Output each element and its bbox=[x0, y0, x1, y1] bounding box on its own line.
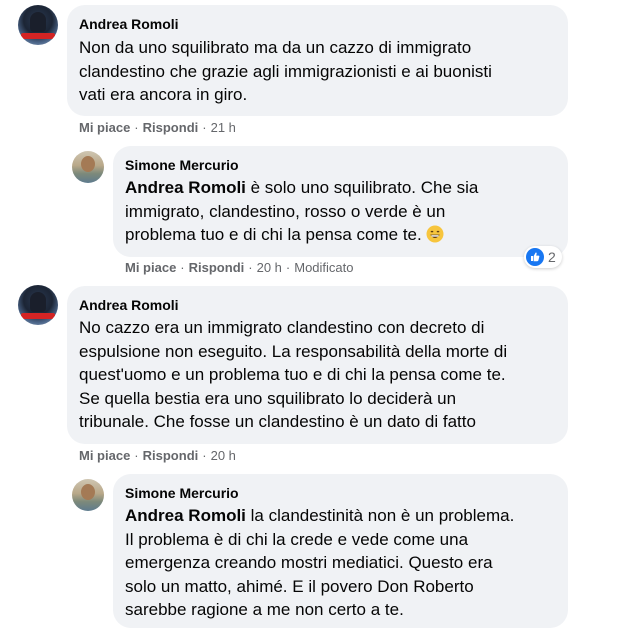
reaction-summary[interactable]: 2 bbox=[524, 246, 562, 268]
separator: · bbox=[202, 120, 207, 135]
comment-bubble: Andrea Romoli Non da uno squilibrato ma … bbox=[67, 5, 568, 116]
comment-line: emergenza creando mostri mediatici. Ques… bbox=[125, 553, 493, 572]
avatar-badge bbox=[21, 33, 55, 39]
comment-bubble: Simone Mercurio Andrea Romoli la clandes… bbox=[113, 474, 568, 628]
separator: · bbox=[285, 260, 291, 275]
comment-thread: Andrea Romoli Non da uno squilibrato ma … bbox=[0, 0, 618, 630]
comment-line: quest'uomo e un problema tuo e di chi la… bbox=[79, 365, 506, 384]
avatar[interactable] bbox=[72, 151, 104, 183]
reply-button[interactable]: Rispondi bbox=[143, 448, 199, 463]
comment-bubble: Andrea Romoli No cazzo era un immigrato … bbox=[67, 286, 568, 444]
timestamp[interactable]: 20 h bbox=[211, 448, 236, 463]
comment-text: Non da uno squilibrato ma da un cazzo di… bbox=[79, 36, 492, 107]
separator: · bbox=[248, 260, 253, 275]
avatar-face bbox=[81, 484, 95, 500]
like-button[interactable]: Mi piace bbox=[79, 448, 130, 463]
comment-text-segment: la clandestinità non è un problema. bbox=[245, 506, 515, 525]
comment-line: problema tuo e di chi la pensa come te. bbox=[125, 223, 478, 250]
timestamp[interactable]: 20 h bbox=[257, 260, 282, 275]
comment-line: immigrato, clandestino, rosso o verde è … bbox=[125, 201, 446, 221]
comment-line: clandestino che grazie agli immigrazioni… bbox=[79, 61, 492, 81]
like-reaction-icon bbox=[526, 248, 544, 266]
reaction-count: 2 bbox=[548, 249, 556, 265]
avatar[interactable] bbox=[18, 5, 58, 45]
comment-line: sarebbe ragione a me non certo a te. bbox=[125, 600, 404, 619]
avatar-figure bbox=[30, 292, 46, 312]
reply-button[interactable]: Rispondi bbox=[143, 120, 199, 135]
comment-bubble: Simone Mercurio Andrea Romoli è solo uno… bbox=[113, 146, 568, 257]
avatar-figure bbox=[30, 12, 46, 32]
grinning-face-emoji-icon bbox=[426, 225, 444, 250]
comment-line: vati era ancora in giro. bbox=[79, 85, 248, 104]
comment-author[interactable]: Andrea Romoli bbox=[79, 15, 179, 33]
avatar-badge bbox=[21, 313, 55, 319]
comment-line: Andrea Romoli è solo uno squilibrato. Ch… bbox=[125, 176, 478, 200]
comment-text: Andrea Romoli la clandestinità non è un … bbox=[125, 504, 514, 622]
like-button[interactable]: Mi piace bbox=[79, 120, 130, 135]
comment-actions: Mi piace · Rispondi · 20 h bbox=[79, 448, 236, 464]
comment-line: Se quella bestia era uno squilibrato lo … bbox=[79, 388, 457, 408]
comment-line: espulsione non eseguito. La responsabili… bbox=[79, 341, 508, 361]
separator: · bbox=[202, 448, 207, 463]
comment-line: solo un matto, ahimé. E il povero Don Ro… bbox=[125, 576, 474, 596]
separator: · bbox=[134, 120, 139, 135]
comment-author[interactable]: Simone Mercurio bbox=[125, 156, 239, 174]
reply-button[interactable]: Rispondi bbox=[189, 260, 245, 275]
comment-text-segment: problema tuo e di chi la pensa come te. bbox=[125, 225, 422, 244]
comment-line: tribunale. Che fosse un clandestino è un… bbox=[79, 412, 476, 431]
comment-text: Andrea Romoli è solo uno squilibrato. Ch… bbox=[125, 176, 478, 250]
avatar[interactable] bbox=[72, 479, 104, 511]
comment-line: Andrea Romoli la clandestinità non è un … bbox=[125, 504, 514, 528]
comment-author[interactable]: Simone Mercurio bbox=[125, 484, 239, 502]
comment-actions: Mi piace · Rispondi · 21 h bbox=[79, 120, 236, 136]
edited-label[interactable]: Modificato bbox=[294, 260, 353, 275]
comment-author[interactable]: Andrea Romoli bbox=[79, 296, 179, 314]
avatar-face bbox=[81, 156, 95, 172]
comment-line: Non da uno squilibrato ma da un cazzo di… bbox=[79, 38, 472, 57]
separator: · bbox=[180, 260, 185, 275]
comment-line: No cazzo era un immigrato clandestino co… bbox=[79, 318, 485, 337]
mention-link[interactable]: Andrea Romoli bbox=[125, 506, 246, 525]
separator: · bbox=[134, 448, 139, 463]
like-button[interactable]: Mi piace bbox=[125, 260, 176, 275]
comment-actions: Mi piace · Rispondi · 20 h · Modificato bbox=[125, 260, 354, 276]
comment-line: Il problema è di chi la crede e vede com… bbox=[125, 529, 469, 549]
avatar[interactable] bbox=[18, 285, 58, 325]
mention-link[interactable]: Andrea Romoli bbox=[125, 178, 246, 197]
comment-text: No cazzo era un immigrato clandestino co… bbox=[79, 316, 507, 434]
timestamp[interactable]: 21 h bbox=[211, 120, 236, 135]
comment-text-segment: è solo uno squilibrato. Che sia bbox=[245, 178, 479, 197]
